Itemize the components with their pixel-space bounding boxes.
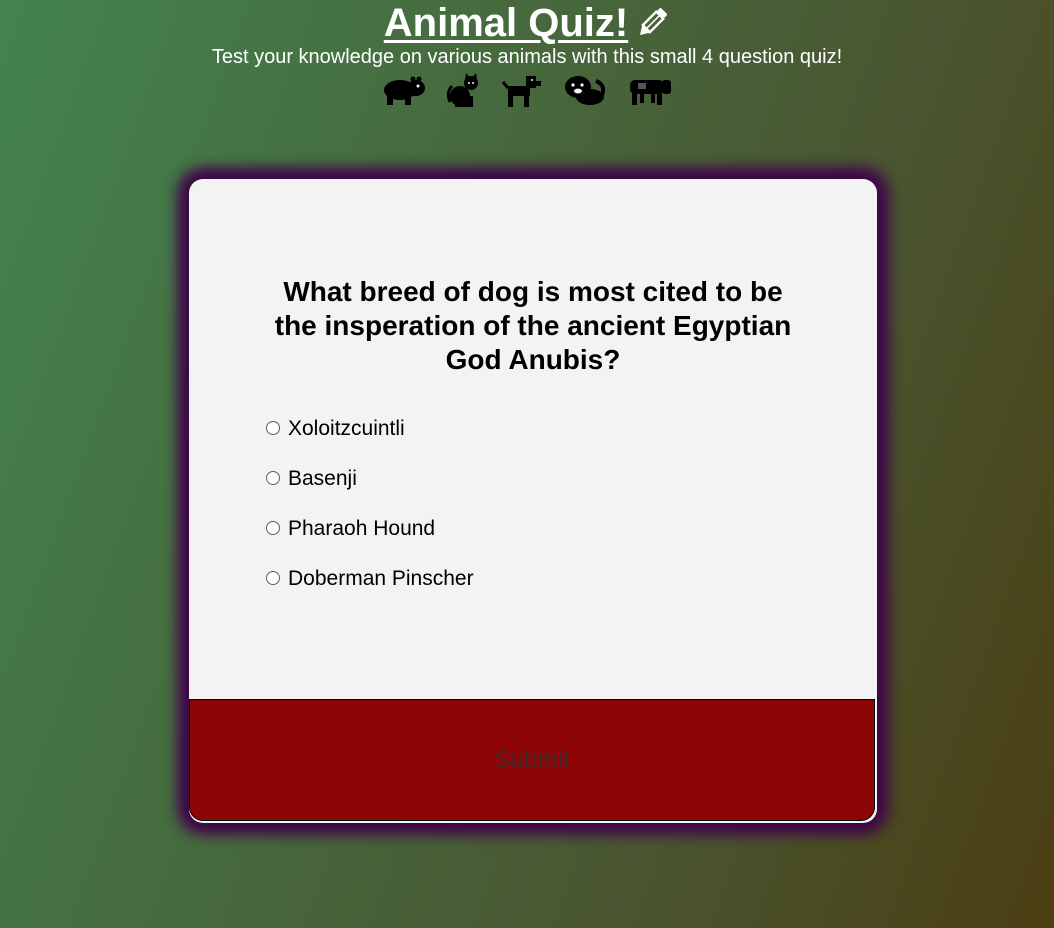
page-subtitle: Test your knowledge on various animals w… <box>211 46 843 68</box>
answer-options: Xoloitzcuintli Basenji Pharaoh Hound Dob… <box>266 417 474 617</box>
answer-label[interactable]: Basenji <box>288 467 357 491</box>
question-text: What breed of dog is most cited to be th… <box>189 275 877 377</box>
animal-icon-row <box>0 72 1054 108</box>
pencil-icon <box>634 5 670 41</box>
hippo-icon <box>382 74 426 106</box>
cow-icon <box>626 74 672 106</box>
radio-button[interactable] <box>266 471 280 485</box>
answer-option[interactable]: Doberman Pinscher <box>266 567 474 617</box>
otter-icon <box>562 73 606 107</box>
dog-icon <box>502 72 542 108</box>
page-title: Animal Quiz! <box>384 0 670 44</box>
answer-option[interactable]: Basenji <box>266 467 474 517</box>
question-label: What breed of dog is most cited to be th… <box>274 276 792 375</box>
answer-option[interactable]: Xoloitzcuintli <box>266 417 474 467</box>
answer-label[interactable]: Xoloitzcuintli <box>288 417 405 441</box>
answer-label[interactable]: Pharaoh Hound <box>288 517 435 541</box>
page-title-text: Animal Quiz! <box>383 1 629 45</box>
radio-button[interactable] <box>266 421 280 435</box>
submit-button[interactable]: Submit <box>189 699 875 821</box>
radio-button[interactable] <box>266 521 280 535</box>
answer-label[interactable]: Doberman Pinscher <box>288 567 474 591</box>
answer-option[interactable]: Pharaoh Hound <box>266 517 474 567</box>
radio-button[interactable] <box>266 571 280 585</box>
cat-icon <box>446 72 482 108</box>
quiz-header: Animal Quiz! Test your knowledge on vari… <box>0 0 1054 108</box>
quiz-card: What breed of dog is most cited to be th… <box>189 179 877 823</box>
